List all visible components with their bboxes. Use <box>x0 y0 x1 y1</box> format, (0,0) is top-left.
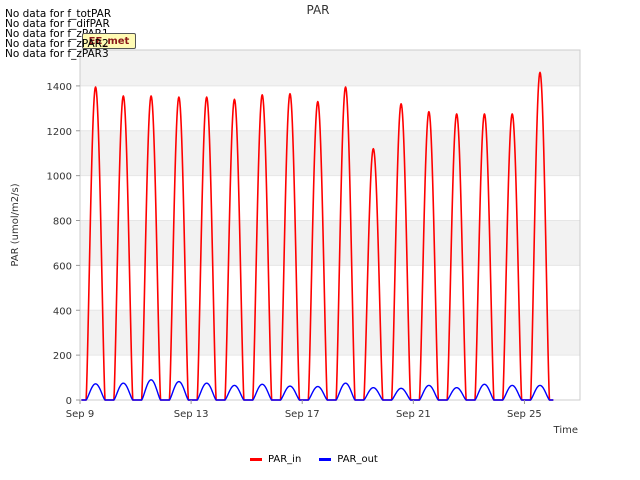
x-axis-label: Time <box>553 425 578 436</box>
legend-label: PAR_out <box>337 454 378 465</box>
y-tick-label: 1200 <box>47 127 72 138</box>
x-tick-label: Sep 9 <box>66 409 94 420</box>
y-tick-label: 400 <box>53 306 72 317</box>
background-band <box>80 85 580 131</box>
y-tick-label: 800 <box>53 217 72 228</box>
legend-swatch-blue <box>319 458 332 461</box>
background-band <box>80 355 580 400</box>
y-tick-label: 200 <box>53 351 72 362</box>
legend-swatch-red <box>250 458 262 461</box>
y-tick-label: 600 <box>53 261 72 272</box>
legend-label: PAR_in <box>268 454 302 465</box>
y-tick-label: 1000 <box>47 172 72 183</box>
x-tick-label: Sep 25 <box>507 409 542 420</box>
x-tick-label: Sep 17 <box>285 409 320 420</box>
legend: PAR_in PAR_out <box>250 454 378 465</box>
y-axis: 0 200 400 600 800 1000 1200 1400 <box>47 82 80 407</box>
legend-item-par-out: PAR_out <box>319 454 378 465</box>
background-band <box>80 220 580 266</box>
x-tick-label: Sep 13 <box>174 409 209 420</box>
y-tick-label: 1400 <box>47 82 72 93</box>
x-axis: Sep 9 Sep 13 Sep 17 Sep 21 Sep 25 <box>66 400 542 420</box>
no-data-message: No data for f_zPAR3 <box>5 48 109 60</box>
chart-title: PAR <box>306 3 329 17</box>
x-tick-label: Sep 21 <box>396 409 431 420</box>
legend-item-par-in: PAR_in <box>250 454 301 465</box>
y-tick-label: 0 <box>66 396 72 407</box>
y-axis-label: PAR (umol/m2/s) <box>10 183 21 266</box>
background-band <box>80 50 580 86</box>
par-chart: 0200400600800100012001400 Sep 9 Sep 13 Sep… <box>10 3 581 436</box>
